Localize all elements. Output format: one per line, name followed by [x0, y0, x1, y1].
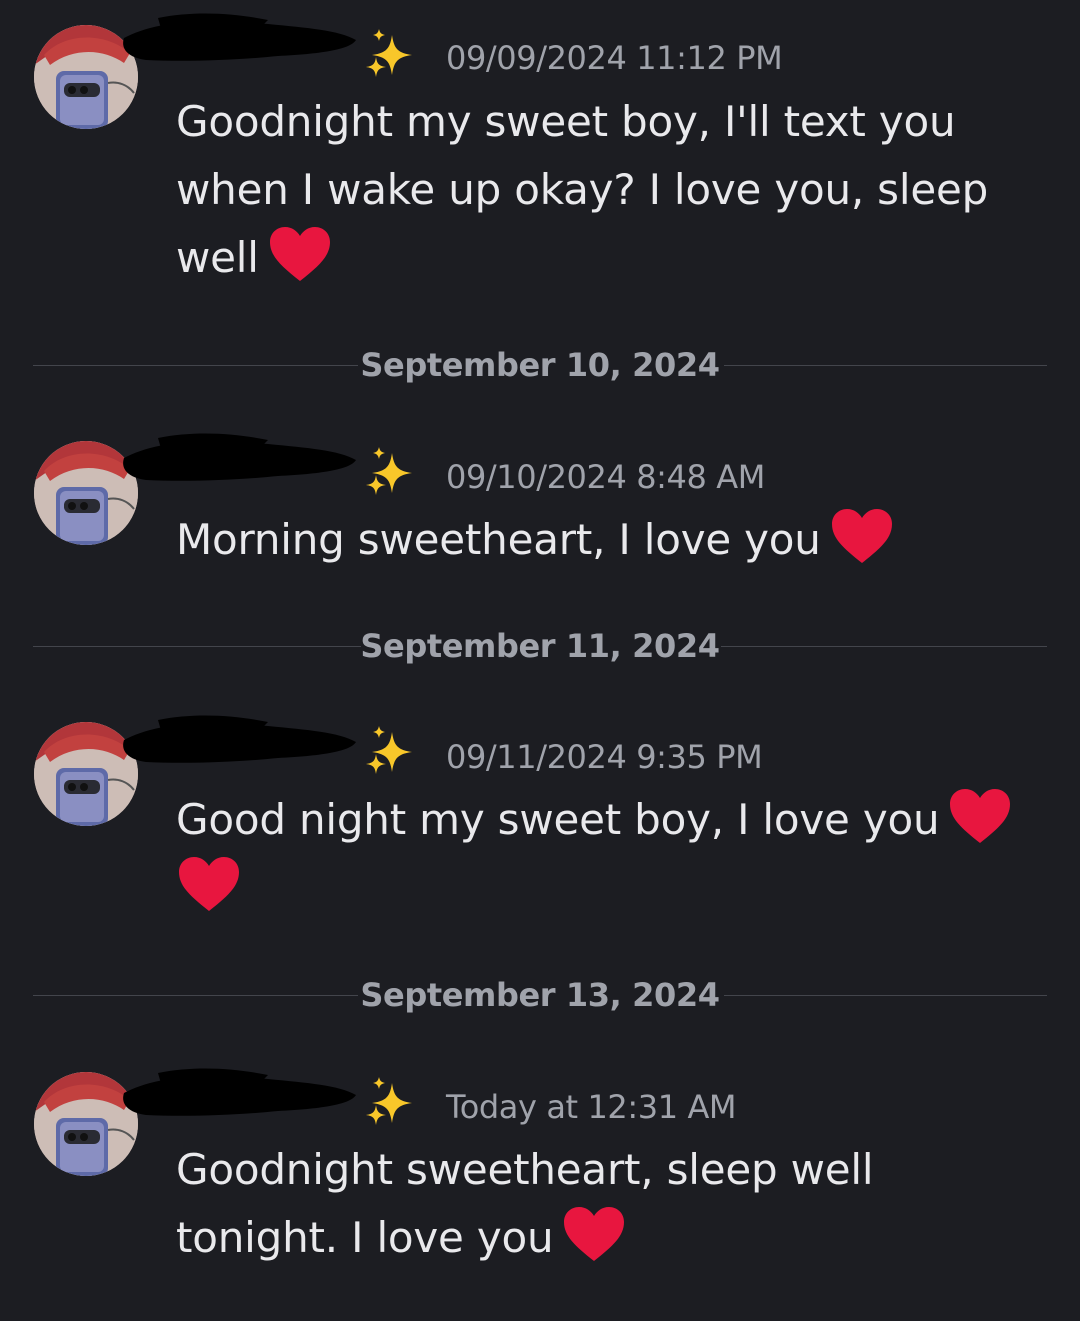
message-timestamp: 09/11/2024 9:35 PM	[446, 738, 763, 776]
heart-icon	[267, 224, 333, 284]
sparkles-icon	[362, 27, 418, 83]
sparkles-icon	[362, 724, 418, 780]
date-divider: September 10, 2024	[33, 345, 1047, 385]
message-text: Goodnight sweetheart, sleep well tonight…	[176, 1145, 874, 1262]
date-divider: September 13, 2024	[33, 975, 1047, 1015]
heart-icon	[829, 506, 895, 566]
redacted-username	[118, 1065, 358, 1125]
redacted-username	[118, 712, 358, 772]
chat-log: 09/09/2024 11:12 PM Goodnight my sweet b…	[0, 0, 1080, 1321]
message-timestamp: 09/09/2024 11:12 PM	[446, 39, 783, 77]
message-text: Morning sweetheart, I love you	[176, 515, 821, 564]
heart-icon	[947, 786, 1013, 846]
message-timestamp: Today at 12:31 AM	[446, 1088, 737, 1126]
divider-line	[724, 995, 1047, 996]
sparkles-icon	[362, 445, 418, 501]
message-body: Goodnight my sweet boy, I'll text you wh…	[176, 88, 1036, 292]
sparkles-icon	[362, 1075, 418, 1131]
heart-icon	[176, 854, 242, 914]
message-body: Good night my sweet boy, I love you	[176, 786, 1036, 922]
message-timestamp: 09/10/2024 8:48 AM	[446, 458, 765, 496]
redacted-username	[118, 430, 358, 490]
redacted-username	[118, 10, 358, 70]
divider-line	[721, 646, 1047, 647]
message-body: Morning sweetheart, I love you	[176, 506, 1036, 574]
divider-line	[724, 365, 1047, 366]
message-text: Good night my sweet boy, I love you	[176, 795, 940, 844]
heart-icon	[561, 1204, 627, 1264]
date-divider: September 11, 2024	[33, 626, 1047, 666]
message-body: Goodnight sweetheart, sleep well tonight…	[176, 1136, 1036, 1272]
